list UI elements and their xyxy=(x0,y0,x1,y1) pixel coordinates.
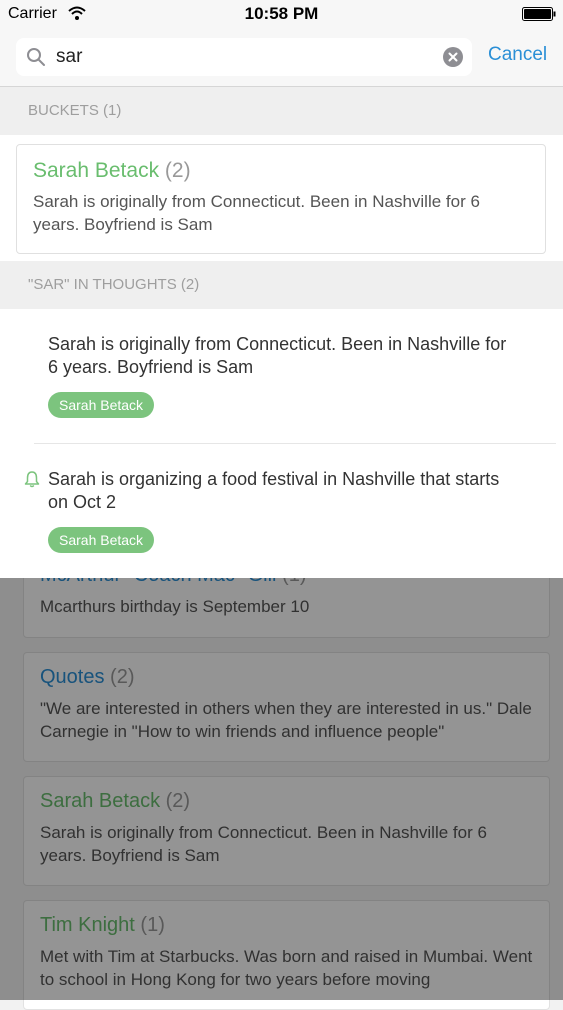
bucket-tag[interactable]: Sarah Betack xyxy=(48,527,155,553)
battery-icon xyxy=(522,7,556,21)
status-bar: Carrier 10:58 PM xyxy=(0,0,563,30)
cancel-button[interactable]: Cancel xyxy=(488,44,547,66)
search-input[interactable] xyxy=(56,42,436,72)
search-icon xyxy=(27,48,45,66)
bucket-result-title: Sarah Betack (2) xyxy=(33,158,529,184)
thought-text: Sarah is organizing a food festival in N… xyxy=(48,469,500,512)
search-field-container[interactable] xyxy=(16,38,472,76)
status-time: 10:58 PM xyxy=(244,4,319,23)
bucket-tag[interactable]: Sarah Betack xyxy=(48,392,155,418)
search-bar: Cancel xyxy=(0,30,563,87)
buckets-section-header: BUCKETS (1) xyxy=(0,87,563,135)
bucket-result-name: Sarah Betack xyxy=(33,159,160,182)
thoughts-section-header: "SAR" IN THOUGHTS (2) xyxy=(0,261,563,309)
bell-icon xyxy=(24,471,40,488)
thought-result-item[interactable]: Sarah is originally from Connecticut. Be… xyxy=(0,310,563,442)
bucket-result-count: (2) xyxy=(164,159,191,182)
thought-result-item[interactable]: Sarah is organizing a food festival in N… xyxy=(0,444,563,578)
bucket-result-preview: Sarah is originally from Connecticut. Be… xyxy=(33,192,480,234)
thought-text: Sarah is originally from Connecticut. Be… xyxy=(48,334,507,377)
bucket-result-card[interactable]: Sarah Betack (2) Sarah is originally fro… xyxy=(16,144,546,254)
clear-search-icon[interactable] xyxy=(443,47,463,67)
search-results-panel: Carrier 10:58 PM Cancel BUCKETS (1) xyxy=(0,0,563,578)
